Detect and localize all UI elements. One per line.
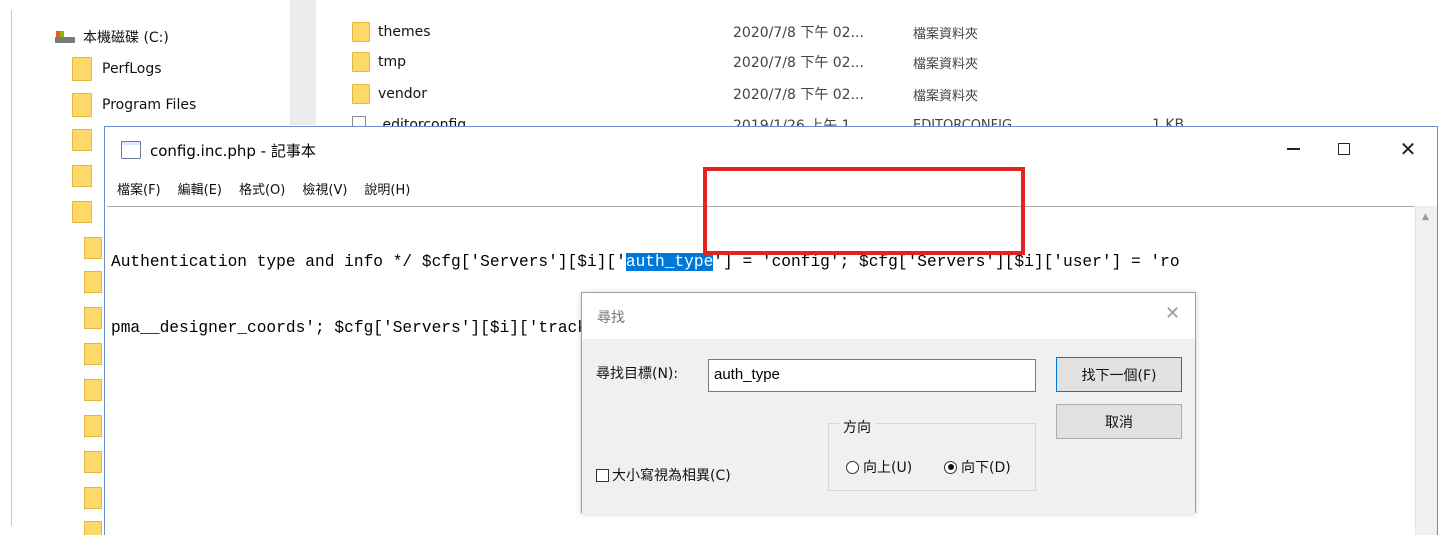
- tree-item-label: 本機磁碟 (C:): [83, 30, 169, 46]
- selected-text: auth_type: [625, 253, 714, 271]
- find-what-input[interactable]: auth_type: [708, 359, 1036, 392]
- file-row[interactable]: vendor 2020/7/8 下午 02... 檔案資料夾: [352, 83, 1352, 105]
- radio-label: 向下(D): [961, 460, 1011, 476]
- radio-selected-icon: [944, 460, 957, 474]
- maximize-button[interactable]: [1321, 135, 1367, 163]
- navigation-pane-scrollbar[interactable]: [290, 0, 316, 125]
- folder-icon[interactable]: [72, 201, 92, 223]
- file-type: 檔案資料夾: [913, 88, 979, 104]
- folder-icon: [352, 22, 370, 42]
- close-icon: ✕: [1399, 137, 1417, 161]
- folder-icon[interactable]: [84, 451, 102, 473]
- menu-format[interactable]: 格式(O): [239, 179, 285, 198]
- checkbox-icon: [596, 468, 609, 482]
- folder-icon: [352, 84, 370, 104]
- tree-item-perflogs[interactable]: PerfLogs: [72, 57, 162, 81]
- title-bar[interactable]: config.inc.php - 記事本 ✕: [105, 127, 1437, 172]
- close-button[interactable]: ✕: [1385, 135, 1431, 163]
- menu-edit[interactable]: 編輯(E): [178, 179, 222, 198]
- explorer-left-border: [11, 10, 12, 526]
- text-after-selection: '] = 'config'; $cfg['Servers'][$i]['user…: [713, 253, 1180, 271]
- folder-icon[interactable]: [84, 271, 102, 293]
- folder-icon[interactable]: [84, 487, 102, 509]
- folder-icon[interactable]: [84, 307, 102, 329]
- direction-label: 方向: [839, 417, 875, 437]
- radio-label: 向上(U): [863, 460, 913, 476]
- find-dialog: 尋找 ✕ 尋找目標(N): auth_type 找下一個(F) 取消 方向 向上…: [581, 292, 1196, 514]
- folder-icon[interactable]: [84, 343, 102, 365]
- tree-item-drive-c[interactable]: 本機磁碟 (C:): [55, 25, 169, 49]
- highlight-annotation-box: [703, 167, 1025, 255]
- match-case-checkbox[interactable]: 大小寫視為相異(C): [596, 465, 731, 485]
- menu-file[interactable]: 檔案(F): [117, 179, 161, 198]
- dialog-body: 尋找目標(N): auth_type 找下一個(F) 取消 方向 向上(U) 向…: [582, 339, 1195, 514]
- text-before-selection: Authentication type and info */ $cfg['Se…: [111, 253, 626, 271]
- folder-icon[interactable]: [84, 237, 102, 259]
- direction-down-radio[interactable]: 向下(D): [944, 457, 1011, 477]
- file-row[interactable]: themes 2020/7/8 下午 02... 檔案資料夾: [352, 21, 1352, 43]
- file-name: themes: [378, 24, 431, 40]
- folder-icon[interactable]: [84, 379, 102, 401]
- window-title: config.inc.php - 記事本: [150, 142, 316, 160]
- vertical-scrollbar[interactable]: ▲: [1415, 206, 1437, 535]
- folder-icon[interactable]: [72, 165, 92, 187]
- file-name: vendor: [378, 86, 427, 102]
- file-row[interactable]: tmp 2020/7/8 下午 02... 檔案資料夾: [352, 51, 1352, 73]
- minimize-icon: [1286, 148, 1300, 150]
- find-what-label: 尋找目標(N):: [596, 366, 679, 382]
- file-date: 2020/7/8 下午 02...: [733, 87, 864, 103]
- find-next-button[interactable]: 找下一個(F): [1056, 357, 1182, 392]
- scroll-up-arrow-icon[interactable]: ▲: [1422, 212, 1429, 222]
- menu-help[interactable]: 說明(H): [364, 179, 410, 198]
- folder-icon[interactable]: [84, 415, 102, 437]
- file-type: 檔案資料夾: [913, 56, 979, 72]
- minimize-button[interactable]: [1270, 135, 1316, 163]
- checkbox-label: 大小寫視為相異(C): [612, 468, 731, 484]
- radio-icon: [846, 460, 859, 474]
- tree-item-label: PerfLogs: [102, 61, 162, 77]
- menu-view[interactable]: 檢視(V): [302, 179, 347, 198]
- cancel-button[interactable]: 取消: [1056, 404, 1182, 439]
- file-date: 2020/7/8 下午 02...: [733, 25, 864, 41]
- folder-icon[interactable]: [72, 129, 92, 151]
- folder-icon: [352, 52, 370, 72]
- folder-icon: [72, 57, 92, 81]
- maximize-icon: [1338, 143, 1350, 155]
- drive-icon: [55, 31, 75, 43]
- tree-item-label: Program Files: [102, 97, 197, 113]
- direction-up-radio[interactable]: 向上(U): [846, 457, 912, 477]
- file-name: tmp: [378, 54, 407, 70]
- notepad-icon: [121, 141, 141, 159]
- tree-item-program-files[interactable]: Program Files: [72, 93, 196, 117]
- file-date: 2020/7/8 下午 02...: [733, 55, 864, 71]
- close-icon[interactable]: ✕: [1165, 303, 1180, 324]
- dialog-title: 尋找: [597, 310, 625, 326]
- file-type: 檔案資料夾: [913, 26, 979, 42]
- folder-icon[interactable]: [84, 521, 102, 535]
- folder-icon: [72, 93, 92, 117]
